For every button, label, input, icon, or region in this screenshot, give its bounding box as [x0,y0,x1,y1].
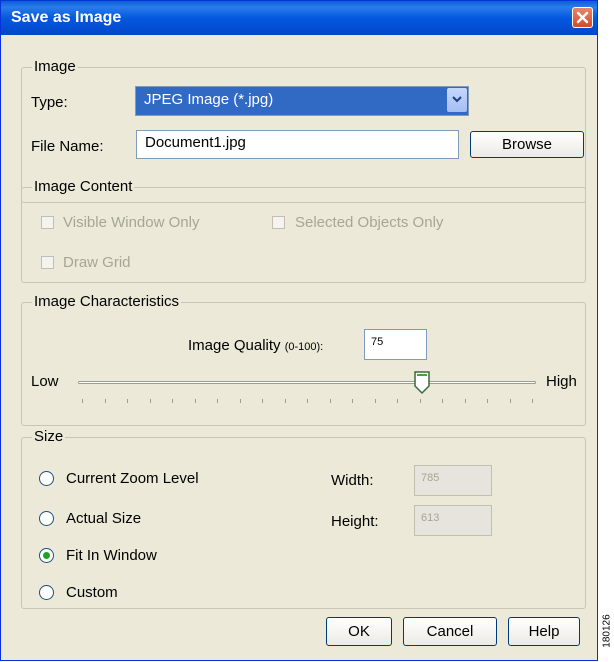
slider-tick [194,399,196,403]
slider-tick [239,399,241,403]
slider-tick [487,399,488,403]
slider-tick [397,399,398,403]
type-select[interactable]: JPEG Image (*.jpg) [135,86,469,116]
slider-tick [104,399,106,403]
quality-slider-track[interactable] [78,381,536,384]
fit-in-window-label: Fit In Window [66,547,157,564]
title-bar[interactable]: Save as Image [1,1,597,35]
width-label: Width: [331,472,374,489]
image-group-legend: Image [32,58,78,75]
slider-tick [82,399,83,403]
slider-tick [307,399,308,403]
figure-id-watermark: 180126 [601,606,613,656]
selected-objects-only-checkbox[interactable] [272,216,285,229]
height-input[interactable]: 613 [414,505,492,536]
slider-low-label: Low [31,373,59,390]
height-label: Height: [331,513,379,530]
radio-fit-in-window[interactable] [39,548,54,563]
type-label: Type: [31,94,68,111]
slider-tick [217,399,218,403]
size-group: Size Current Zoom Level Actual Size Fit … [21,428,586,609]
slider-tick [127,399,128,403]
actual-size-label: Actual Size [66,510,142,527]
slider-tick [509,399,511,403]
slider-tick [262,399,263,403]
chevron-down-icon [452,96,462,103]
dialog-body: Image Type: JPEG Image (*.jpg) File Name… [5,35,593,656]
image-characteristics-group: Image Characteristics Image Quality (0-1… [21,293,586,426]
quality-slider-thumb[interactable] [413,371,430,395]
slider-high-label: High [546,373,577,390]
save-as-image-dialog: Save as Image Image Type: JPEG Image (*.… [0,0,598,661]
draw-grid-checkbox[interactable] [41,256,54,269]
slider-tick [419,399,421,403]
image-content-group: Image Content Visible Window Only Select… [21,178,586,283]
custom-label: Custom [66,584,118,601]
slider-tick [284,399,286,403]
radio-selected-dot [43,552,50,559]
file-name-label: File Name: [31,138,104,155]
file-name-input[interactable]: Document1.jpg [136,130,459,159]
slider-tick [352,399,353,403]
slider-tick [442,399,443,403]
image-characteristics-legend: Image Characteristics [32,293,182,310]
image-quality-range: (0-100): [284,341,324,353]
visible-window-only-checkbox[interactable] [41,216,54,229]
dialog-title: Save as Image [11,9,122,26]
selected-objects-only-label: Selected Objects Only [295,214,444,231]
radio-actual-size[interactable] [39,511,54,526]
image-quality-input[interactable]: 75 [364,329,427,360]
image-quality-label: Image Quality (0-100): [188,337,323,354]
width-input[interactable]: 785 [414,465,492,496]
slider-tick [149,399,151,403]
slider-tick [172,399,173,403]
visible-window-only-label: Visible Window Only [63,214,200,231]
close-icon [576,11,589,24]
size-legend: Size [32,428,66,445]
current-zoom-level-label: Current Zoom Level [66,470,199,487]
help-button[interactable]: Help [508,617,580,646]
ok-button[interactable]: OK [326,617,392,646]
image-content-legend: Image Content [32,178,135,195]
slider-tick [464,399,466,403]
slider-tick [374,399,376,403]
browse-button[interactable]: Browse [470,131,584,158]
draw-grid-label: Draw Grid [63,254,131,271]
radio-current-zoom-level[interactable] [39,471,54,486]
image-quality-text: Image Quality [188,337,281,354]
radio-custom[interactable] [39,585,54,600]
dropdown-arrow[interactable] [447,88,467,112]
close-button[interactable] [572,7,593,28]
slider-tick [329,399,331,403]
slider-tick [532,399,533,403]
figure-id-text: 180126 [601,614,613,648]
type-select-value: JPEG Image (*.jpg) [144,91,274,108]
cancel-button[interactable]: Cancel [403,617,497,646]
